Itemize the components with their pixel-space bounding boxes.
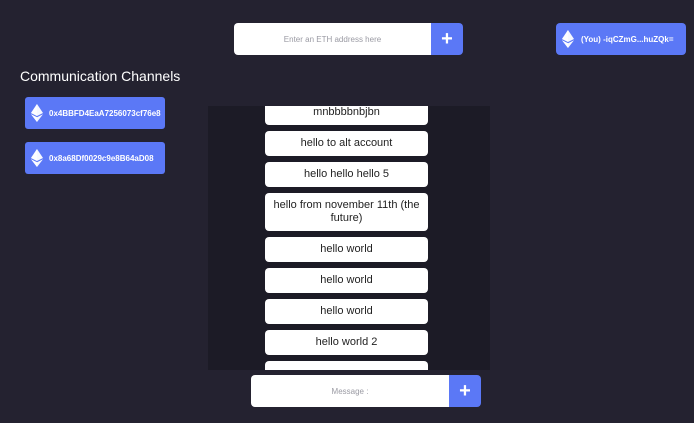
channel-address: 0x4BBFD4EaA7256073cf76e8 [49,108,161,118]
message-bubble: hello world 2 [265,330,428,355]
chat-panel[interactable]: mnbbbbnbjbn hello to alt account hello h… [208,106,490,370]
account-label: (You) -iqCZmG...huZQk= [581,34,674,44]
ethereum-icon [31,149,43,167]
channels-title: Communication Channels [20,68,181,84]
add-channel-button[interactable]: + [431,23,463,55]
channel-item[interactable]: 0x8a68Df0029c9e8B64aD08 [25,142,165,174]
message-bubble: mnbbbbnbjbn [265,106,428,125]
send-message-button[interactable]: + [449,375,481,407]
address-bar: + [234,23,463,55]
message-bubble: hello world [265,237,428,262]
ethereum-icon [562,30,574,48]
message-bar: + [251,375,481,407]
message-bubble: hello world [265,299,428,324]
message-input[interactable] [251,375,449,407]
message-bubble: hello hello hello 5 [265,162,428,187]
channel-address: 0x8a68Df0029c9e8B64aD08 [49,153,154,163]
channel-item[interactable]: 0x4BBFD4EaA7256073cf76e8 [25,97,165,129]
message-list: mnbbbbnbjbn hello to alt account hello h… [265,106,428,370]
ethereum-icon [31,104,43,122]
message-bubble: hello world [265,268,428,293]
account-badge[interactable]: (You) -iqCZmG...huZQk= [556,23,686,55]
message-bubble-partial [265,361,428,370]
eth-address-input[interactable] [234,23,431,55]
message-bubble: hello from november 11th (the future) [265,193,428,231]
message-bubble: hello to alt account [265,131,428,156]
app-page: + (You) -iqCZmG...huZQk= Communication C… [0,0,694,423]
